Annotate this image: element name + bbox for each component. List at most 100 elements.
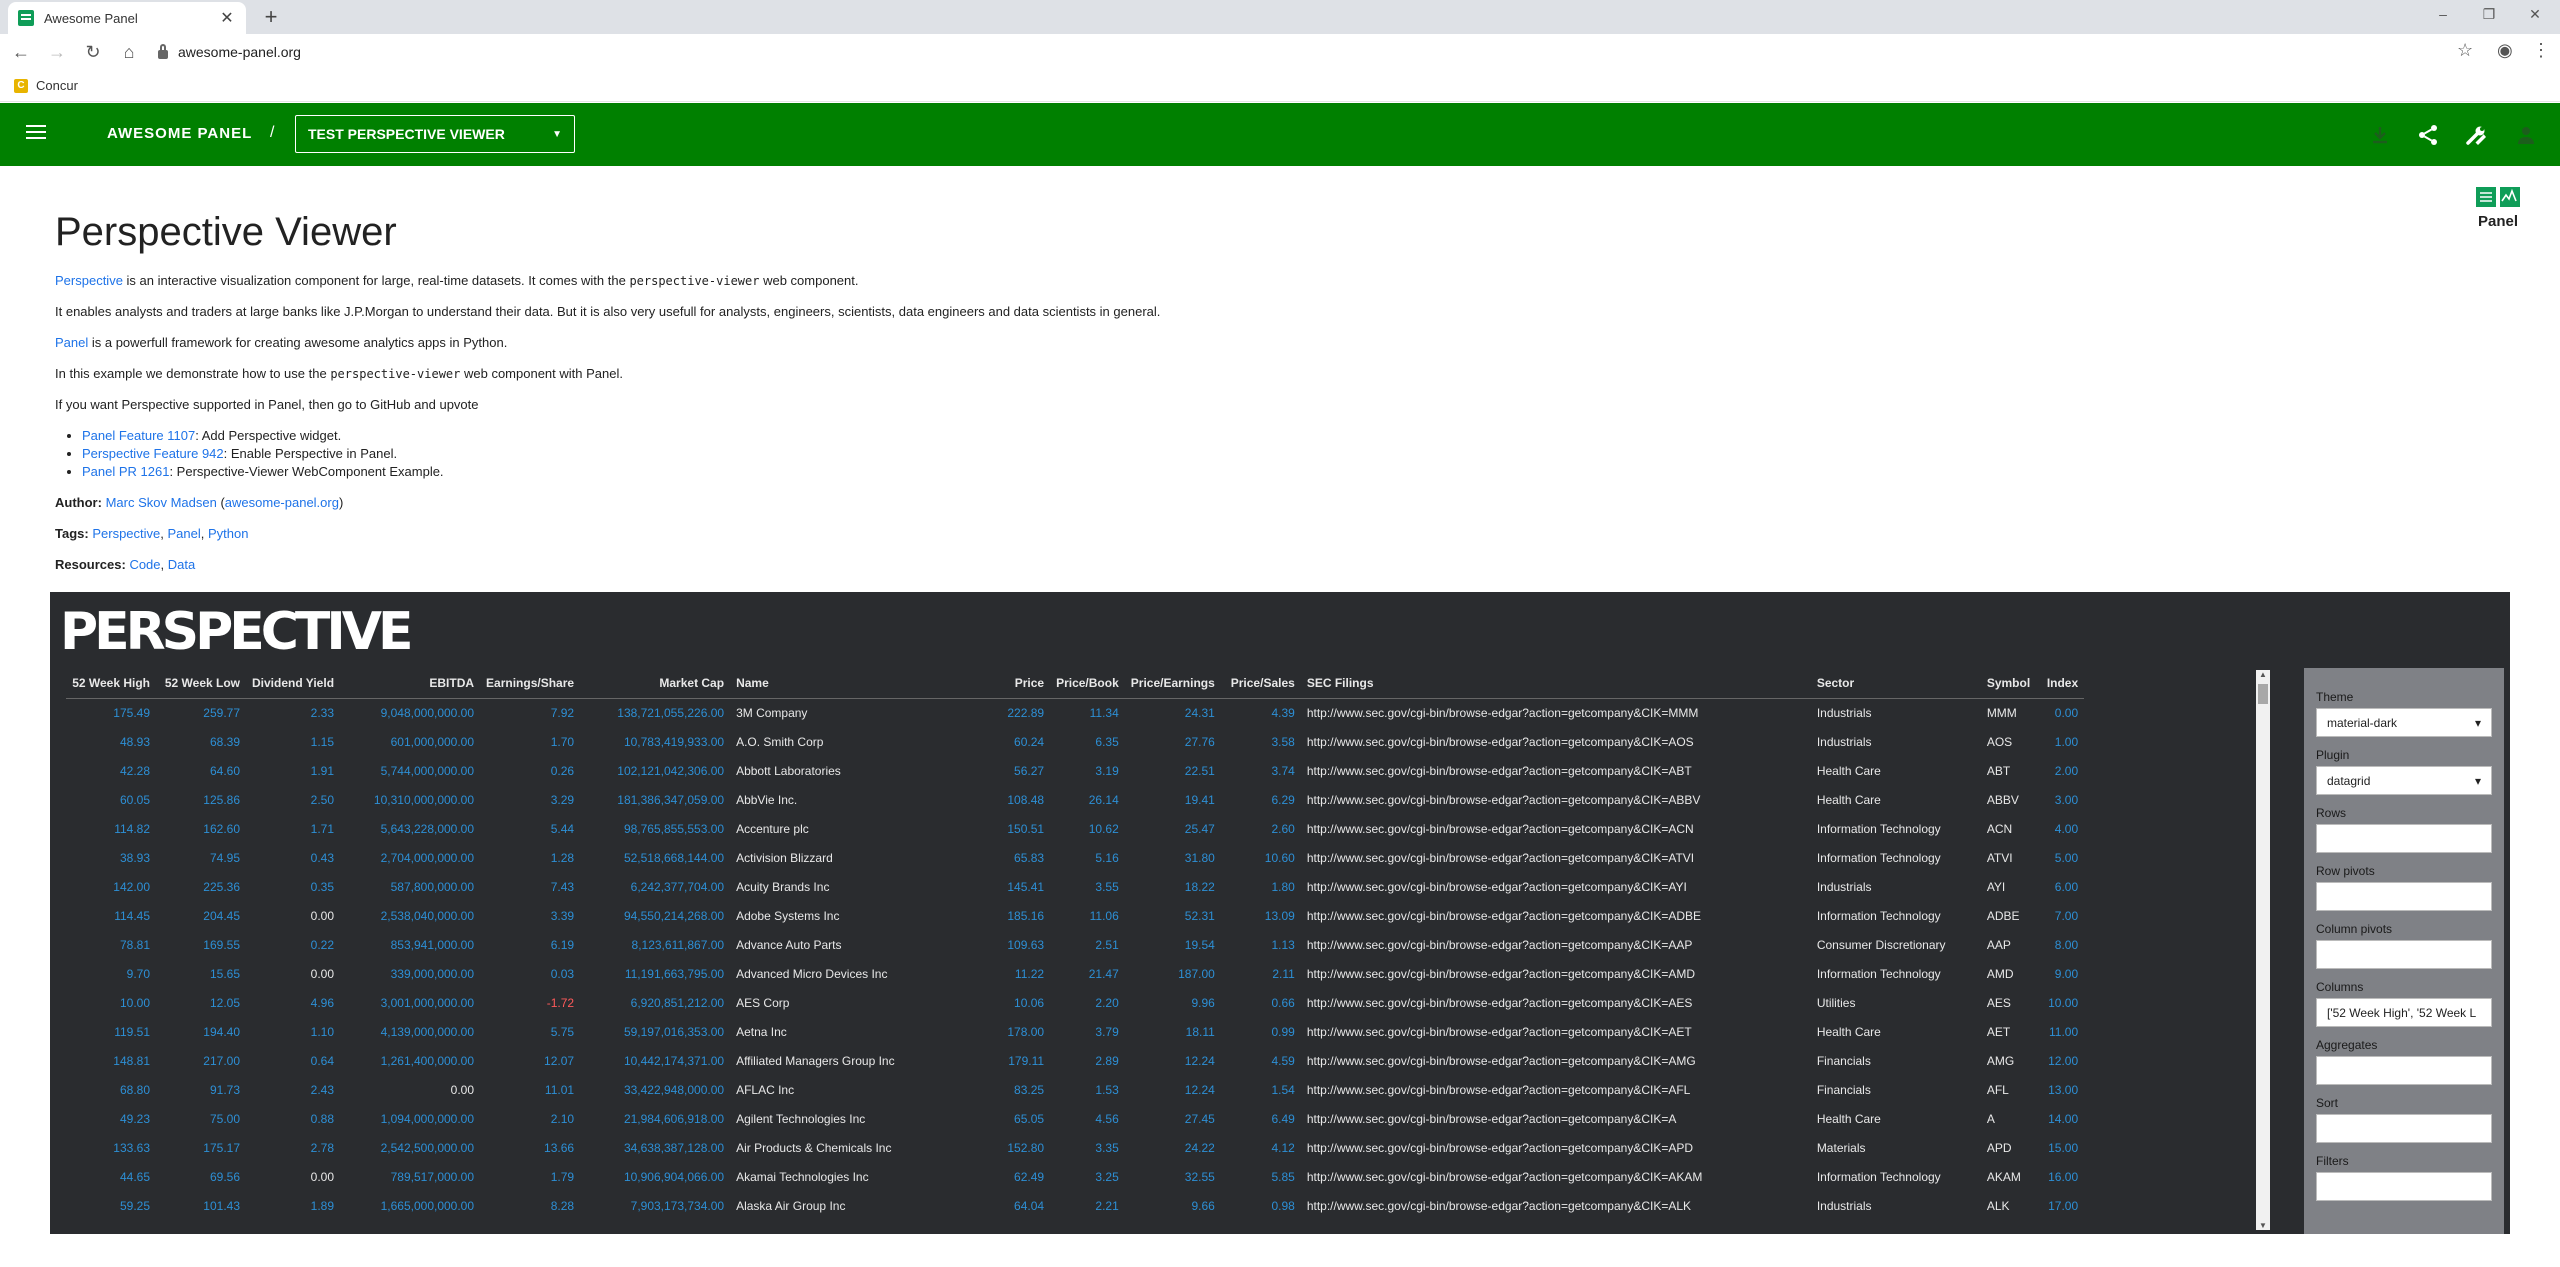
grid-scrollbar[interactable]: ▲ ▼ (2256, 670, 2270, 1230)
column-header[interactable]: Price/Book (1050, 668, 1125, 699)
table-row[interactable]: 49.23 75.00 0.88 1,094,000,000.00 2.10 21,984… (66, 1104, 2084, 1133)
table-cell: 8.00 (2054, 937, 2079, 952)
rows-input[interactable] (2316, 824, 2492, 853)
feature-link-1107[interactable]: Panel Feature 1107 (82, 428, 195, 443)
columns-input[interactable]: ['52 Week High', '52 Week L (2316, 998, 2492, 1027)
table-cell: 0.00 (310, 908, 335, 923)
table-cell: Acuity Brands Inc (736, 879, 830, 894)
profile-icon[interactable]: ◉ (2497, 40, 2513, 61)
column-header[interactable]: Name (730, 668, 991, 699)
theme-select[interactable]: material-dark ▾ (2316, 708, 2492, 737)
column-header[interactable]: Earnings/Share (480, 668, 581, 699)
aggregates-input[interactable] (2316, 1056, 2492, 1085)
column-header[interactable]: Symbol (1980, 668, 2041, 699)
plugin-select[interactable]: datagrid ▾ (2316, 766, 2492, 795)
datagrid[interactable]: 52 Week High 52 Week Low Dividend Yield EBI… (66, 668, 2256, 1228)
tag-python[interactable]: Python (208, 526, 248, 541)
table-row[interactable]: 114.82 162.60 1.71 5,643,228,000.00 5.44 98,7… (66, 814, 2084, 843)
table-cell: 64.60 (209, 763, 240, 778)
table-cell: AES (1986, 995, 2011, 1010)
feature-link-942[interactable]: Perspective Feature 942 (82, 446, 224, 461)
column-header[interactable]: EBITDA (340, 668, 481, 699)
table-cell: AKAM (1986, 1169, 2021, 1184)
address-bar[interactable]: awesome-panel.org (152, 38, 2442, 66)
hamburger-menu-icon[interactable] (26, 125, 46, 139)
table-row[interactable]: 148.81 217.00 0.64 1,261,400,000.00 12.07 10,… (66, 1046, 2084, 1075)
scroll-up-icon[interactable]: ▲ (2256, 670, 2270, 679)
app-selector[interactable]: TEST PERSPECTIVE VIEWER ▼ (295, 115, 575, 153)
dropdown-caret-icon: ▾ (2474, 715, 2481, 730)
panel-link[interactable]: Panel (55, 335, 88, 350)
tag-panel[interactable]: Panel (168, 526, 201, 541)
share-icon[interactable] (2416, 123, 2440, 147)
home-icon[interactable]: ⌂ (114, 37, 144, 67)
tag-perspective[interactable]: Perspective (92, 526, 160, 541)
perspective-link[interactable]: Perspective (55, 273, 123, 288)
table-cell: Materials (1816, 1140, 1866, 1155)
table-cell: 0.00 (450, 1082, 475, 1097)
table-row[interactable]: 59.25 101.43 1.89 1,665,000,000.00 8.28 7,903… (66, 1191, 2084, 1220)
bookmark-concur[interactable]: Concur (36, 78, 78, 93)
filters-input[interactable] (2316, 1172, 2492, 1201)
brand-title[interactable]: AWESOME PANEL (107, 125, 252, 142)
wrench-icon[interactable] (2464, 123, 2488, 147)
window-close-icon[interactable]: ✕ (2512, 0, 2558, 30)
reload-icon[interactable]: ↻ (78, 37, 108, 67)
analysts-paragraph: It enables analysts and traders at large… (55, 304, 1161, 319)
column-header[interactable]: Price (990, 668, 1051, 699)
resource-data-link[interactable]: Data (168, 557, 195, 572)
bookmark-star-icon[interactable]: ☆ (2457, 40, 2473, 61)
table-row[interactable]: 9.70 15.65 0.00 339,000,000.00 0.03 11,191,66… (66, 959, 2084, 988)
author-site-link[interactable]: awesome-panel.org (225, 495, 339, 510)
minimize-icon[interactable]: – (2420, 0, 2466, 30)
table-row[interactable]: 44.65 69.56 0.00 789,517,000.00 1.79 10,906,9… (66, 1162, 2084, 1191)
user-icon[interactable] (2514, 123, 2538, 147)
table-row[interactable]: 175.49 259.77 2.33 9,048,000,000.00 7.92 138,… (66, 698, 2084, 727)
table-cell: Advanced Micro Devices Inc (736, 966, 888, 981)
row-pivots-input[interactable] (2316, 882, 2492, 911)
author-link[interactable]: Marc Skov Madsen (106, 495, 217, 510)
table-cell: MMM (1986, 705, 2017, 720)
scroll-down-icon[interactable]: ▼ (2256, 1221, 2270, 1230)
resource-code-link[interactable]: Code (129, 557, 160, 572)
restore-icon[interactable]: ❐ (2466, 0, 2512, 30)
forward-arrow-icon[interactable]: → (42, 37, 72, 67)
download-icon[interactable] (2368, 123, 2392, 147)
close-tab-icon[interactable]: ✕ (218, 8, 236, 28)
table-row[interactable]: 119.51 194.40 1.10 4,139,000,000.00 5.75 59,1… (66, 1017, 2084, 1046)
table-row[interactable]: 114.45 204.45 0.00 2,538,040,000.00 3.39 94,5… (66, 901, 2084, 930)
column-header[interactable]: 52 Week High (66, 668, 156, 699)
table-row[interactable]: 142.00 225.36 0.35 587,800,000.00 7.43 6,242,… (66, 872, 2084, 901)
browser-tab[interactable]: Awesome Panel ✕ (8, 2, 246, 34)
column-header[interactable]: Market Cap (580, 668, 731, 699)
table-row[interactable]: 133.63 175.17 2.78 2,542,500,000.00 13.66 34,… (66, 1133, 2084, 1162)
table-cell: 2,704,000,000.00 (380, 850, 475, 865)
table-row[interactable]: 38.93 74.95 0.43 2,704,000,000.00 1.28 52,518… (66, 843, 2084, 872)
browser-menu-icon[interactable]: ⋮ (2532, 40, 2550, 61)
table-row[interactable]: 42.28 64.60 1.91 5,744,000,000.00 0.26 102,12… (66, 756, 2084, 785)
table-row[interactable]: 60.05 125.86 2.50 10,310,000,000.00 3.29 181,… (66, 785, 2084, 814)
table-row[interactable]: 10.00 12.05 4.96 3,001,000,000.00 -1.72 6,920… (66, 988, 2084, 1017)
column-header[interactable]: Dividend Yield (246, 668, 341, 699)
new-tab-icon[interactable]: + (258, 4, 284, 30)
sort-input[interactable] (2316, 1114, 2492, 1143)
table-row[interactable]: 68.80 91.73 2.43 0.00 11.01 33,422,948,000.00… (66, 1075, 2084, 1104)
column-header[interactable]: Price/Sales (1220, 668, 1301, 699)
column-header[interactable]: Index (2040, 668, 2085, 699)
table-row[interactable]: 78.81 169.55 0.22 853,941,000.00 6.19 8,123,6… (66, 930, 2084, 959)
column-header[interactable]: 52 Week Low (156, 668, 246, 699)
table-cell: AFLAC Inc (736, 1082, 795, 1097)
table-cell: Activision Blizzard (736, 850, 833, 865)
column-header[interactable]: SEC Filings (1300, 668, 1811, 699)
table-cell: 152.80 (1007, 1140, 1045, 1155)
table-row[interactable]: 48.93 68.39 1.15 601,000,000.00 1.70 10,783,4… (66, 727, 2084, 756)
column-pivots-input[interactable] (2316, 940, 2492, 969)
table-cell: 10,906,904,066.00 (623, 1169, 725, 1184)
feature-link-pr-1261[interactable]: Panel PR 1261 (82, 464, 169, 479)
perspective-logo: PERSPECTIVE (60, 602, 414, 662)
scrollbar-thumb[interactable] (2258, 684, 2268, 704)
back-arrow-icon[interactable]: ← (6, 37, 36, 67)
column-header[interactable]: Sector (1810, 668, 1981, 699)
table-cell: 13.00 (2048, 1082, 2079, 1097)
column-header[interactable]: Price/Earnings (1124, 668, 1221, 699)
